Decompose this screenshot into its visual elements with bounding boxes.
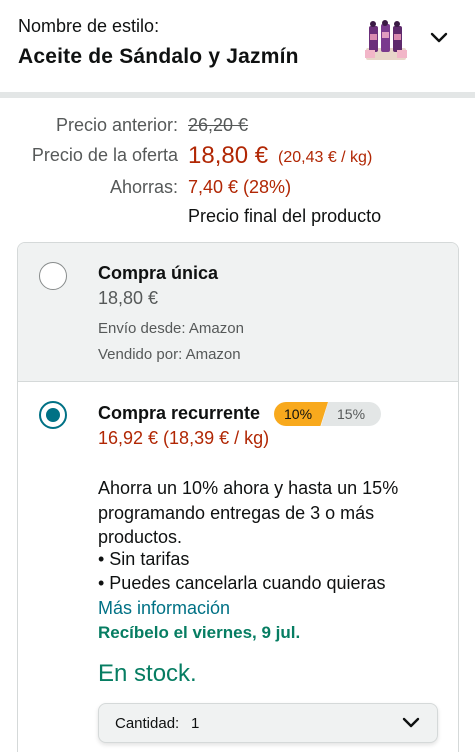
style-label: Nombre de estilo: <box>18 16 160 36</box>
quantity-value: 1 <box>191 715 200 732</box>
subscribe-title: Compra recurrente <box>98 403 261 423</box>
shipping-info: Envío desde: Amazon <box>98 320 244 337</box>
delivery-date: Recíbelo el viernes, 9 jul. <box>98 623 301 642</box>
one-time-title: Compra única <box>98 263 219 283</box>
subscribe-bullet-cancel: • Puedes cancelarla cuando quieras <box>98 573 386 593</box>
deal-price: 18,80 € <box>188 142 269 169</box>
deal-price-label: Precio de la oferta <box>31 145 178 165</box>
final-price-note: Precio final del producto <box>188 206 382 226</box>
more-info-link[interactable]: Más información <box>98 598 230 619</box>
discount-badge-max: 15% <box>321 402 381 426</box>
one-time-radio[interactable] <box>39 262 67 290</box>
one-time-price: 18,80 € <box>98 288 159 308</box>
savings-label: Ahorras: <box>109 177 178 197</box>
subscribe-bullet-fees: • Sin tarifas <box>98 549 190 569</box>
style-value: Aceite de Sándalo y Jazmín <box>18 45 299 68</box>
one-time-purchase-option[interactable]: Compra única 18,80 € Envío desde: Amazon… <box>18 243 458 382</box>
subscribe-description: Ahorra un 10% ahora y hasta un 15% progr… <box>98 478 399 547</box>
quantity-select[interactable]: Cantidad: 1 <box>98 703 438 743</box>
deal-unit-price: (20,43 € / kg) <box>278 149 373 166</box>
discount-badge-now: 10% <box>274 402 328 426</box>
style-selector[interactable]: Nombre de estilo: Aceite de Sándalo y Ja… <box>0 0 475 92</box>
subscribe-radio[interactable] <box>39 401 67 429</box>
purchase-options: Compra única 18,80 € Envío desde: Amazon… <box>17 242 459 752</box>
chevron-down-icon <box>402 717 420 728</box>
subscribe-price: 16,92 € (18,39 € / kg) <box>98 428 270 448</box>
seller-info: Vendido por: Amazon <box>98 346 241 363</box>
product-thumbnail <box>365 20 407 60</box>
previous-price-label: Precio anterior: <box>55 115 178 135</box>
previous-price: 26,20 € <box>188 115 249 135</box>
stock-status: En stock. <box>98 660 197 687</box>
chevron-down-icon[interactable] <box>428 28 450 48</box>
savings-value: 7,40 € (28%) <box>188 177 292 197</box>
section-divider <box>0 92 475 98</box>
quantity-label: Cantidad: <box>115 715 180 732</box>
